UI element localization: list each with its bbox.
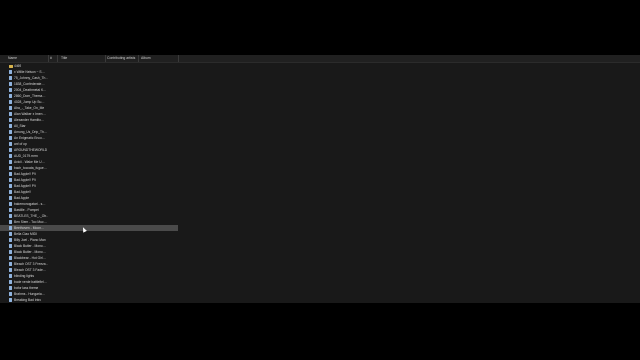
audio-file-icon [9,214,12,218]
audio-file-icon [9,220,12,224]
audio-file-icon [9,238,12,242]
audio-file-icon [9,274,12,278]
audio-file-icon [9,250,12,254]
audio-file-icon [9,226,12,230]
column-header-album[interactable]: Album [141,55,151,62]
audio-file-icon [9,94,12,98]
audio-file-icon [9,244,12,248]
audio-file-icon [9,136,12,140]
column-header-contributing-artists[interactable]: Contributing artists [107,55,135,62]
column-divider[interactable] [178,55,179,62]
audio-file-icon [9,172,12,176]
audio-file-icon [9,160,12,164]
file-name: Breaking Bad Intro [14,298,42,302]
audio-file-icon [9,202,12,206]
audio-file-icon [9,190,12,194]
audio-file-icon [9,142,12,146]
audio-file-icon [9,70,12,74]
column-header-title[interactable]: Title [61,55,67,62]
audio-file-icon [9,232,12,236]
column-header-number[interactable]: # [50,55,52,62]
audio-file-icon [9,118,12,122]
file-row[interactable]: Breaking Bad Intro [0,297,178,303]
file-explorer-window: Name # Title Contributing artists Album … [0,55,640,303]
column-divider[interactable] [105,55,106,62]
audio-file-icon [9,262,12,266]
audio-file-icon [9,256,12,260]
audio-file-icon [9,280,12,284]
audio-file-icon [9,154,12,158]
audio-file-icon [9,100,12,104]
column-divider[interactable] [138,55,139,62]
audio-file-icon [9,106,12,110]
audio-file-icon [9,124,12,128]
audio-file-icon [9,148,12,152]
audio-file-icon [9,298,12,302]
audio-file-icon [9,178,12,182]
column-divider[interactable] [57,55,58,62]
audio-file-icon [9,292,12,296]
audio-file-icon [9,196,12,200]
audio-file-icon [9,88,12,92]
audio-file-icon [9,130,12,134]
audio-file-icon [9,76,12,80]
audio-file-icon [9,112,12,116]
audio-file-icon [9,184,12,188]
audio-file-icon [9,208,12,212]
audio-file-icon [9,286,12,290]
column-header-bar: Name # Title Contributing artists Album [0,55,640,63]
audio-file-icon [9,82,12,86]
audio-file-icon [9,268,12,272]
column-header-name[interactable]: Name [8,55,17,62]
folder-icon [9,64,13,68]
audio-file-icon [9,166,12,170]
column-divider[interactable] [48,55,49,62]
